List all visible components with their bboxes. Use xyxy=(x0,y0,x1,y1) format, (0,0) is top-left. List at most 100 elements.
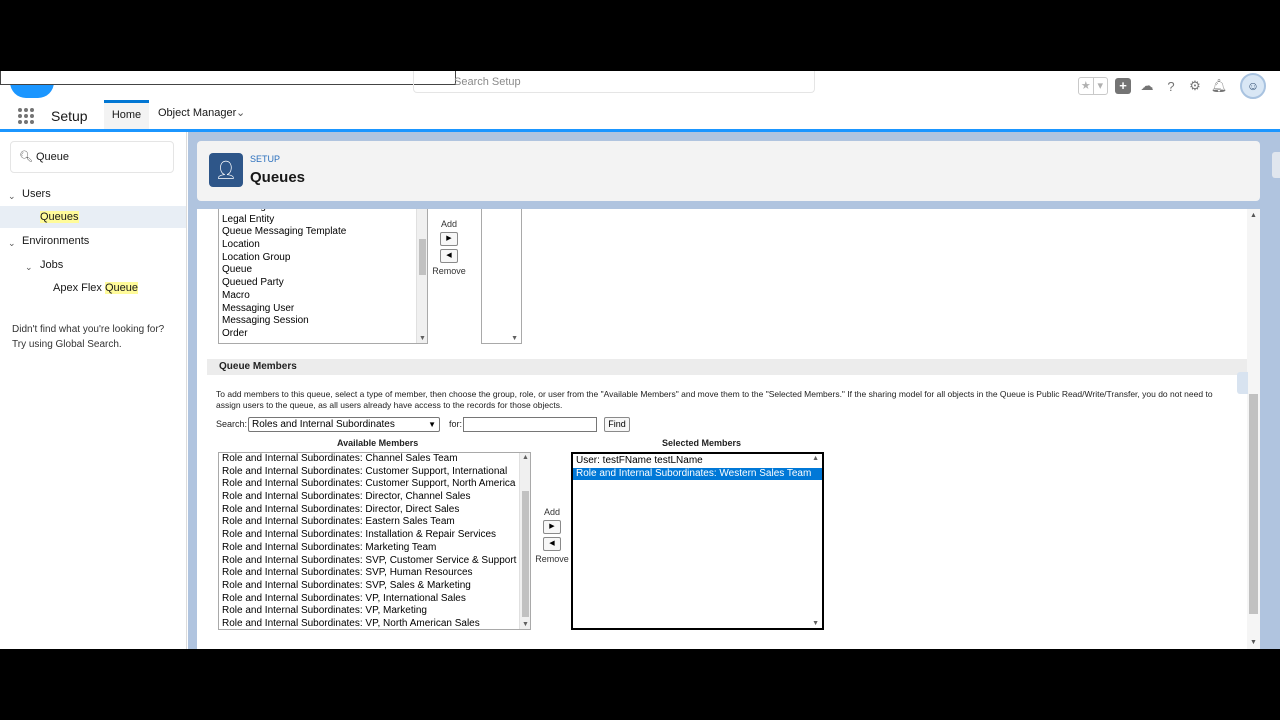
remove-arrow-button[interactable]: ◀ xyxy=(440,249,458,263)
objects-selected-list[interactable]: ▼ xyxy=(481,209,522,344)
help-icon[interactable]: ? xyxy=(1162,77,1180,95)
list-option[interactable]: Messaging Session xyxy=(219,315,427,328)
member-type-value: Roles and Internal Subordinates xyxy=(252,419,395,430)
scrollbar[interactable]: ▼ xyxy=(416,209,427,343)
overlay-bar xyxy=(0,71,456,85)
search-placeholder: Search Setup xyxy=(454,76,521,88)
list-option[interactable]: Order xyxy=(219,328,427,341)
chevron-down-icon[interactable]: ⌄ xyxy=(236,106,245,119)
apex-highlight: Queue xyxy=(104,282,138,294)
star-icon[interactable]: ★ xyxy=(1079,78,1093,94)
page-header: 👤︎ SETUP Queues xyxy=(197,141,1260,201)
scroll-up-icon[interactable]: ▲ xyxy=(812,455,819,462)
available-members-list[interactable]: Role and Internal Subordinates: Channel … xyxy=(218,452,531,630)
utility-tab[interactable] xyxy=(1272,152,1280,178)
scroll-down-icon[interactable]: ▼ xyxy=(812,620,819,627)
member-type-select[interactable]: Roles and Internal Subordinates ▼ xyxy=(248,417,440,432)
app-name: Setup xyxy=(51,108,88,124)
objects-available-list[interactable]: Knowledge Article VersionLegal EntityQue… xyxy=(218,209,428,344)
list-option[interactable]: Role and Internal Subordinates: Western … xyxy=(573,467,822,481)
add-arrow-button[interactable]: ▶ xyxy=(543,520,561,534)
list-option[interactable]: Role and Internal Subordinates: Channel … xyxy=(219,453,530,466)
not-found-line2[interactable]: Try using Global Search. xyxy=(12,337,182,352)
list-option[interactable]: Role and Internal Subordinates: Marketin… xyxy=(219,542,530,555)
remove-label: Remove xyxy=(432,266,466,276)
favorites-button[interactable]: ★ ▾ xyxy=(1078,77,1108,95)
chevron-down-icon[interactable]: ⌄ xyxy=(8,191,16,202)
list-option[interactable]: Messaging User xyxy=(219,303,427,316)
chevron-down-icon[interactable]: ⌄ xyxy=(8,238,16,249)
list-option[interactable]: Macro xyxy=(219,290,427,303)
page-scrollbar[interactable]: ▲ ▼ xyxy=(1247,209,1260,649)
scroll-down-icon[interactable]: ▼ xyxy=(419,335,426,342)
global-actions-button[interactable]: + xyxy=(1114,77,1132,95)
list-option[interactable]: Location xyxy=(219,239,427,252)
sidebar-item-apex-flex-queue[interactable]: Apex Flex Queue xyxy=(53,282,138,294)
add-arrow-button[interactable]: ▶ xyxy=(440,232,458,246)
avatar-icon[interactable]: ☺ xyxy=(1240,73,1266,99)
selected-members-list[interactable]: User: testFName testLName Role and Intern… xyxy=(571,452,824,630)
scrollbar-thumb[interactable] xyxy=(1249,394,1258,614)
scroll-down-icon[interactable]: ▼ xyxy=(511,335,518,342)
context-navbar: Setup Home Object Manager ⌄ xyxy=(0,100,1280,132)
list-option[interactable]: Queued Party xyxy=(219,277,427,290)
list-option[interactable]: Role and Internal Subordinates: Customer… xyxy=(219,478,530,491)
find-button[interactable]: Find xyxy=(604,417,630,432)
list-option[interactable]: Location Group xyxy=(219,252,427,265)
scroll-up-icon[interactable]: ▲ xyxy=(1250,212,1257,219)
list-option[interactable]: Role and Internal Subordinates: Eastern … xyxy=(219,516,530,529)
app-launcher-icon[interactable] xyxy=(18,108,34,124)
chevron-down-icon: ▼ xyxy=(428,420,436,429)
scrollbar-thumb[interactable] xyxy=(522,491,529,617)
scrollbar-thumb[interactable] xyxy=(419,239,426,275)
list-option[interactable]: Role and Internal Subordinates: Director… xyxy=(219,504,530,517)
main-area: 👤︎ SETUP Queues Knowledge Article Versio… xyxy=(188,132,1280,649)
trailhead-icon[interactable]: ☁ xyxy=(1138,77,1156,95)
remove-arrow-button[interactable]: ◀ xyxy=(543,537,561,551)
list-option[interactable]: Role and Internal Subordinates: SVP, Hum… xyxy=(219,567,530,580)
scroll-up-icon[interactable]: ▲ xyxy=(522,454,529,461)
list-option[interactable]: Role and Internal Subordinates: VP, Inte… xyxy=(219,593,530,606)
list-option[interactable]: Role and Internal Subordinates: Customer… xyxy=(219,466,530,479)
list-option[interactable]: Legal Entity xyxy=(219,214,427,227)
list-option[interactable]: Queue Messaging Template xyxy=(219,226,427,239)
list-option[interactable]: Role and Internal Subordinates: Installa… xyxy=(219,529,530,542)
queue-members-description: To add members to this queue, select a t… xyxy=(216,389,1213,410)
quick-find-input[interactable]: 🔍︎ Queue xyxy=(10,141,174,173)
setup-sidebar: 🔍︎ Queue ⌄ Users Queues ⌄ Environments ⌄… xyxy=(0,132,187,649)
user-icon: 👤︎ xyxy=(209,153,243,187)
scroll-down-icon[interactable]: ▼ xyxy=(522,621,529,628)
bell-icon[interactable]: 🔔︎ xyxy=(1210,77,1228,95)
remove-label: Remove xyxy=(535,554,569,564)
global-header: Search Setup ★ ▾ + ☁ ? ⚙ 🔔︎ ☺ xyxy=(0,71,1280,100)
list-option[interactable]: Role and Internal Subordinates: SVP, Cus… xyxy=(219,555,530,568)
list-option[interactable]: User: testFName testLName xyxy=(573,455,822,468)
list-option[interactable]: Role and Internal Subordinates: Director… xyxy=(219,491,530,504)
gear-icon[interactable]: ⚙ xyxy=(1186,77,1204,95)
scroll-down-icon[interactable]: ▼ xyxy=(1250,639,1257,646)
sidebar-item-environments[interactable]: Environments xyxy=(22,235,89,247)
member-search-input[interactable] xyxy=(463,417,597,432)
tab-home[interactable]: Home xyxy=(104,100,149,129)
queue-members-section-title: Queue Members xyxy=(207,359,1247,375)
tab-object-manager[interactable]: Object Manager xyxy=(158,107,236,119)
list-option[interactable]: Role and Internal Subordinates: VP, Mark… xyxy=(219,605,530,618)
chevron-down-icon[interactable]: ▾ xyxy=(1092,78,1108,94)
for-label: for: xyxy=(449,419,463,429)
list-option[interactable]: Role and Internal Subordinates: VP, Nort… xyxy=(219,618,530,629)
chevron-down-icon[interactable]: ⌄ xyxy=(25,262,33,273)
search-icon: 🔍︎ xyxy=(19,151,33,163)
sidebar-selected-row xyxy=(0,206,186,228)
queue-edit-content: Knowledge Article VersionLegal EntityQue… xyxy=(197,209,1260,649)
list-option[interactable]: Queue xyxy=(219,264,427,277)
add-label: Add xyxy=(543,507,560,517)
scrollbar[interactable]: ▲ ▼ xyxy=(519,453,530,629)
sidebar-item-jobs[interactable]: Jobs xyxy=(40,259,63,271)
objects-move-buttons: Add ▶ ◀ Remove xyxy=(429,219,469,276)
sidebar-item-users[interactable]: Users xyxy=(22,188,51,200)
page-eyebrow: SETUP xyxy=(250,154,281,164)
sidebar-item-queues[interactable]: Queues xyxy=(40,211,79,223)
list-option[interactable]: Role and Internal Subordinates: SVP, Sal… xyxy=(219,580,530,593)
panel-handle[interactable] xyxy=(1237,372,1248,394)
quick-find-value: Queue xyxy=(36,151,70,163)
